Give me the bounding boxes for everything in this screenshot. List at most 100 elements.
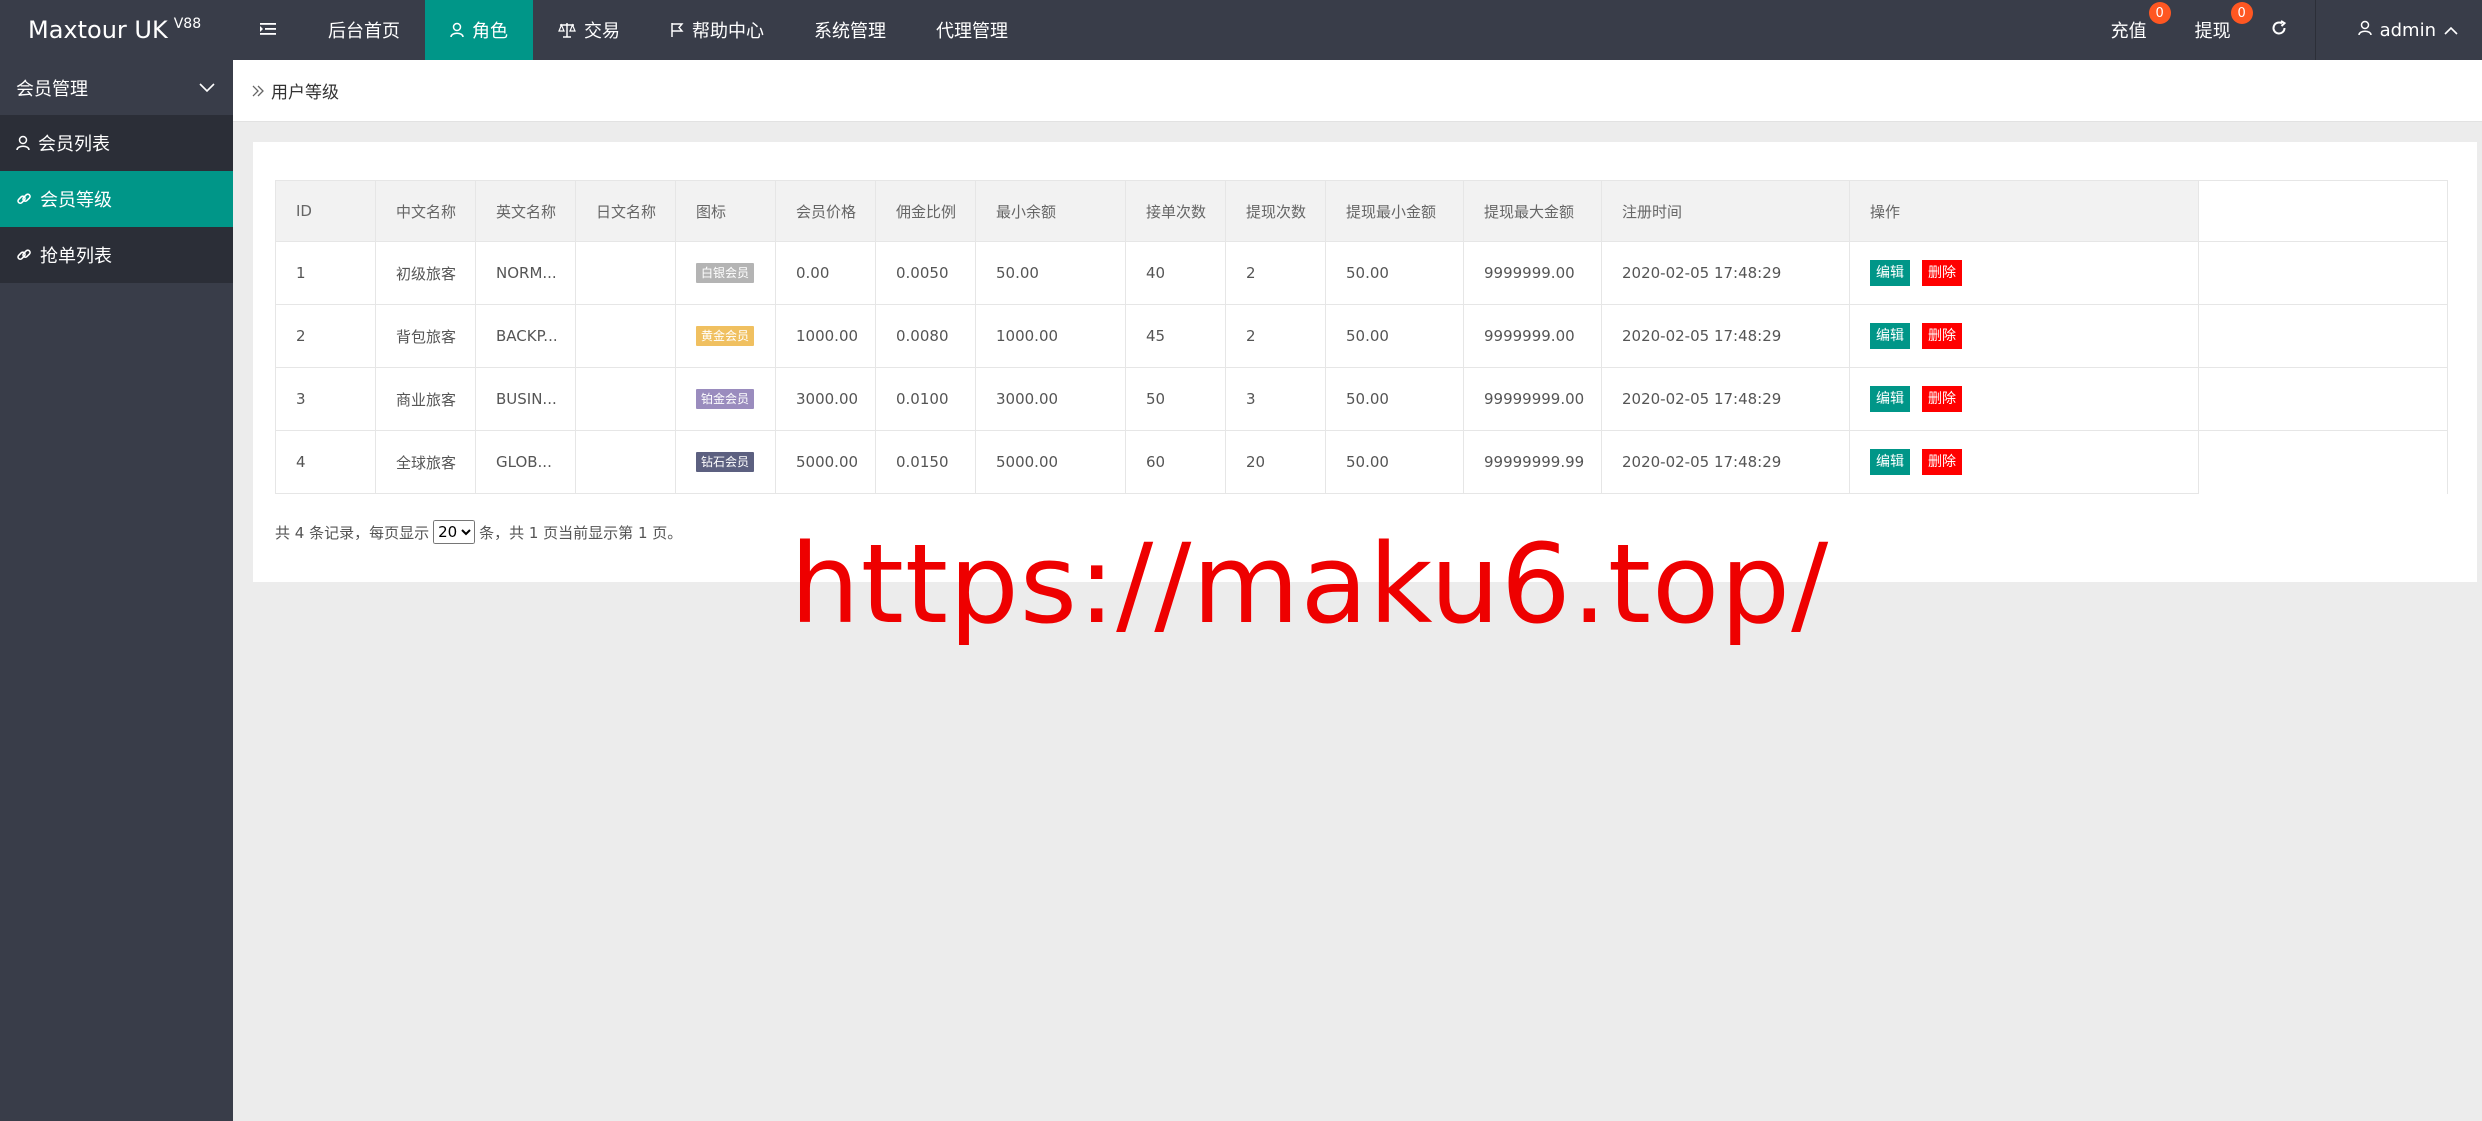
cell-ratio: 0.0050 — [875, 241, 976, 305]
level-badge-icon: 钻石会员 — [696, 452, 755, 472]
cell-actions: 编辑 删除 — [1849, 304, 2199, 368]
nav-agent[interactable]: 代理管理 — [911, 0, 1033, 60]
cell-blank — [2198, 304, 2448, 368]
sidebar-toggle-button[interactable] — [233, 0, 303, 60]
cell-ratio: 0.0100 — [875, 367, 976, 431]
cell-en: BACKP... — [475, 304, 576, 368]
cell-en: GLOB... — [475, 430, 576, 494]
column-header: 最小余额 — [975, 180, 1126, 242]
cell-icon: 黄金会员 — [675, 304, 776, 368]
nav-system[interactable]: 系统管理 — [789, 0, 911, 60]
delete-button[interactable]: 删除 — [1922, 386, 1962, 412]
cell-min-balance: 1000.00 — [975, 304, 1126, 368]
chevron-down-icon — [199, 77, 215, 98]
delete-button[interactable]: 删除 — [1922, 449, 1962, 475]
cell-withdraw-min: 50.00 — [1325, 367, 1464, 431]
cell-id: 3 — [275, 367, 376, 431]
edit-button[interactable]: 编辑 — [1870, 386, 1910, 412]
cell-ratio: 0.0080 — [875, 304, 976, 368]
cell-time: 2020-02-05 17:48:29 — [1601, 241, 1850, 305]
column-header: 英文名称 — [475, 180, 576, 242]
cell-min-balance: 3000.00 — [975, 367, 1126, 431]
sidebar-item-member-level[interactable]: 会员等级 — [0, 171, 233, 227]
cell-time: 2020-02-05 17:48:29 — [1601, 367, 1850, 431]
nav-dashboard[interactable]: 后台首页 — [303, 0, 425, 60]
cell-blank — [2198, 241, 2448, 305]
cell-withdraw-max: 99999999.99 — [1463, 430, 1602, 494]
delete-button[interactable]: 删除 — [1922, 323, 1962, 349]
cell-jp — [575, 430, 676, 494]
link-icon — [16, 247, 32, 263]
table-row: 4 全球旅客 GLOB... 钻石会员 5000.00 0.0150 5000.00 60 20… — [275, 430, 2448, 494]
sidebar-group-member[interactable]: 会员管理 — [0, 60, 233, 115]
nav-trade[interactable]: 交易 — [533, 0, 645, 60]
scale-icon — [558, 22, 576, 38]
withdraw-link[interactable]: 提现 0 — [2177, 0, 2265, 60]
cell-en: NORM... — [475, 241, 576, 305]
nav-label: 交易 — [584, 21, 620, 42]
username: admin — [2379, 19, 2436, 41]
cell-id: 1 — [275, 241, 376, 305]
cell-icon: 白银会员 — [675, 241, 776, 305]
column-header: 注册时间 — [1601, 180, 1850, 242]
cell-withdraw-min: 50.00 — [1325, 430, 1464, 494]
nav-help[interactable]: 帮助中心 — [645, 0, 789, 60]
cell-actions: 编辑 删除 — [1849, 367, 2199, 431]
refresh-button[interactable] — [2265, 0, 2315, 60]
level-badge-icon: 白银会员 — [696, 263, 755, 283]
cell-cn: 背包旅客 — [375, 304, 476, 368]
cell-withdraw-max: 99999999.00 — [1463, 367, 1602, 431]
nav-label: 后台首页 — [328, 21, 400, 42]
table-row: 2 背包旅客 BACKP... 黄金会员 1000.00 0.0080 1000.00 45 2… — [275, 304, 2448, 368]
sidebar-item-member-list[interactable]: 会员列表 — [0, 115, 233, 171]
breadcrumb-current: 用户等级 — [271, 83, 339, 103]
link-icon — [16, 191, 32, 207]
cell-orders: 50 — [1125, 367, 1226, 431]
recharge-label: 充值 — [2110, 21, 2147, 42]
top-nav: 后台首页 角色 交易 帮助中心 系统管理 代理管理 — [233, 0, 1033, 60]
column-header: 操作 — [1849, 180, 2199, 242]
cell-withdraw-min: 50.00 — [1325, 304, 1464, 368]
sidebar-group-label: 会员管理 — [16, 78, 88, 100]
cell-actions: 编辑 删除 — [1849, 430, 2199, 494]
cell-orders: 40 — [1125, 241, 1226, 305]
page-size-select[interactable]: 20 — [433, 520, 476, 544]
cell-en: BUSIN... — [475, 367, 576, 431]
cell-icon: 铂金会员 — [675, 367, 776, 431]
cell-min-balance: 50.00 — [975, 241, 1126, 305]
nav-role[interactable]: 角色 — [425, 0, 533, 60]
column-header: 佣金比例 — [875, 180, 976, 242]
logo-text: Maxtour UK — [28, 16, 168, 44]
edit-button[interactable]: 编辑 — [1870, 260, 1910, 286]
table-header-row: ID 中文名称 英文名称 日文名称 图标 会员价格 佣金比例 最小余额 接单次数 提现次数 提现最小… — [275, 180, 2448, 242]
version-label: V88 — [173, 16, 202, 32]
cell-orders: 60 — [1125, 430, 1226, 494]
recharge-badge: 0 — [2148, 2, 2171, 24]
column-header: 接单次数 — [1125, 180, 1226, 242]
cell-withdraw-times: 2 — [1225, 304, 1326, 368]
flag-icon — [670, 22, 684, 38]
nav-label: 代理管理 — [936, 21, 1008, 42]
cell-withdraw-max: 9999999.00 — [1463, 241, 1602, 305]
cell-withdraw-times: 20 — [1225, 430, 1326, 494]
cell-withdraw-min: 50.00 — [1325, 241, 1464, 305]
pagination: 共 4 条记录，每页显示 20 条，共 1 页当前显示第 1 页。 — [275, 520, 682, 544]
edit-button[interactable]: 编辑 — [1870, 323, 1910, 349]
delete-button[interactable]: 删除 — [1922, 260, 1962, 286]
cell-jp — [575, 367, 676, 431]
cell-cn: 商业旅客 — [375, 367, 476, 431]
header-right: 充值 0 提现 0 admin — [2079, 0, 2482, 60]
sidebar-item-label: 会员等级 — [40, 190, 112, 211]
top-header: Maxtour UK V88 后台首页 角色 交易 帮助中心 系统管理 代理管理 … — [0, 0, 2482, 60]
column-header: 提现最大金额 — [1463, 180, 1602, 242]
edit-button[interactable]: 编辑 — [1870, 449, 1910, 475]
cell-price: 0.00 — [775, 241, 876, 305]
column-header: 中文名称 — [375, 180, 476, 242]
level-badge-icon: 黄金会员 — [696, 326, 755, 346]
cell-id: 2 — [275, 304, 376, 368]
recharge-link[interactable]: 充值 0 — [2079, 0, 2177, 60]
app-logo[interactable]: Maxtour UK V88 — [0, 0, 233, 60]
cell-orders: 45 — [1125, 304, 1226, 368]
sidebar-item-order-list[interactable]: 抢单列表 — [0, 227, 233, 283]
user-menu[interactable]: admin — [2314, 0, 2482, 60]
